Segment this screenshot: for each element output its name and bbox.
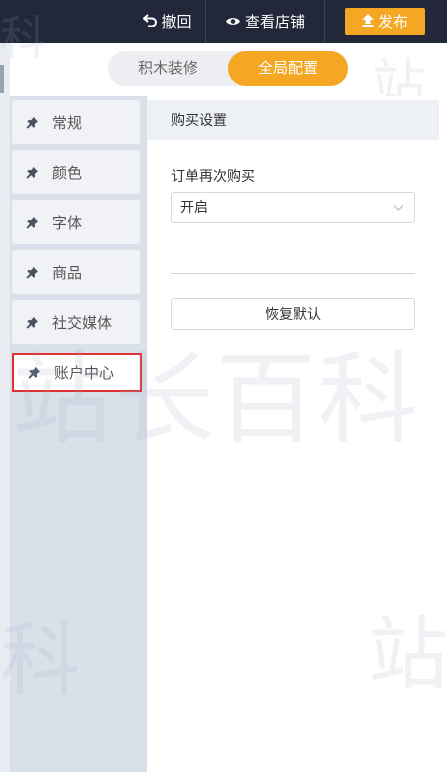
pin-icon bbox=[26, 166, 39, 179]
chevron-down-icon bbox=[393, 205, 404, 211]
tab-blocks-decoration[interactable]: 积木装修 bbox=[108, 51, 228, 86]
view-store-label: 查看店铺 bbox=[244, 14, 305, 31]
top-toolbar: 撤回 查看店铺 发布 bbox=[0, 0, 447, 43]
sidebar-item-label: 颜色 bbox=[52, 164, 83, 182]
reset-default-button[interactable]: 恢复默认 bbox=[171, 298, 415, 330]
sidebar-item-general[interactable]: 常规 bbox=[12, 100, 140, 144]
pin-icon bbox=[28, 366, 41, 379]
pin-icon bbox=[26, 266, 39, 279]
mode-switch-bar: 积木装修 全局配置 bbox=[10, 43, 447, 96]
reorder-select-value: 开启 bbox=[180, 199, 208, 215]
mode-switch: 积木装修 全局配置 bbox=[108, 51, 348, 86]
sidebar-item-label: 社交媒体 bbox=[52, 314, 113, 332]
pin-icon bbox=[26, 116, 39, 129]
undo-label: 撤回 bbox=[161, 14, 192, 31]
settings-panel: 购买设置 订单再次购买 开启 恢复默认 bbox=[147, 96, 447, 772]
settings-sidebar: 常规 颜色 字体 商品 社交媒体 账户中心 bbox=[10, 96, 147, 772]
sidebar-item-font[interactable]: 字体 bbox=[12, 200, 140, 244]
pin-icon bbox=[26, 216, 39, 229]
publish-label: 发布 bbox=[377, 14, 408, 31]
scroll-marker[interactable] bbox=[0, 65, 4, 93]
sidebar-item-account-center[interactable]: 账户中心 bbox=[12, 353, 142, 392]
publish-button[interactable]: 发布 bbox=[345, 8, 425, 35]
sidebar-item-label: 商品 bbox=[52, 264, 83, 282]
sidebar-item-label: 账户中心 bbox=[54, 365, 115, 382]
sidebar-item-label: 常规 bbox=[52, 114, 83, 132]
reorder-field-label: 订单再次购买 bbox=[171, 168, 255, 184]
reorder-select[interactable]: 开启 bbox=[171, 192, 415, 223]
upload-icon bbox=[361, 14, 374, 29]
eye-icon bbox=[225, 15, 241, 29]
panel-title: 购买设置 bbox=[147, 100, 439, 140]
sidebar-item-label: 字体 bbox=[52, 214, 83, 232]
undo-button[interactable]: 撤回 bbox=[130, 0, 205, 43]
pin-icon bbox=[26, 316, 39, 329]
left-edge-strip bbox=[0, 43, 10, 772]
sidebar-item-color[interactable]: 颜色 bbox=[12, 150, 140, 194]
undo-icon bbox=[142, 14, 158, 29]
tab-global-config[interactable]: 全局配置 bbox=[228, 51, 348, 86]
sidebar-item-social-media[interactable]: 社交媒体 bbox=[12, 300, 140, 344]
divider bbox=[171, 273, 415, 274]
sidebar-item-product[interactable]: 商品 bbox=[12, 250, 140, 294]
view-store-button[interactable]: 查看店铺 bbox=[205, 0, 325, 43]
